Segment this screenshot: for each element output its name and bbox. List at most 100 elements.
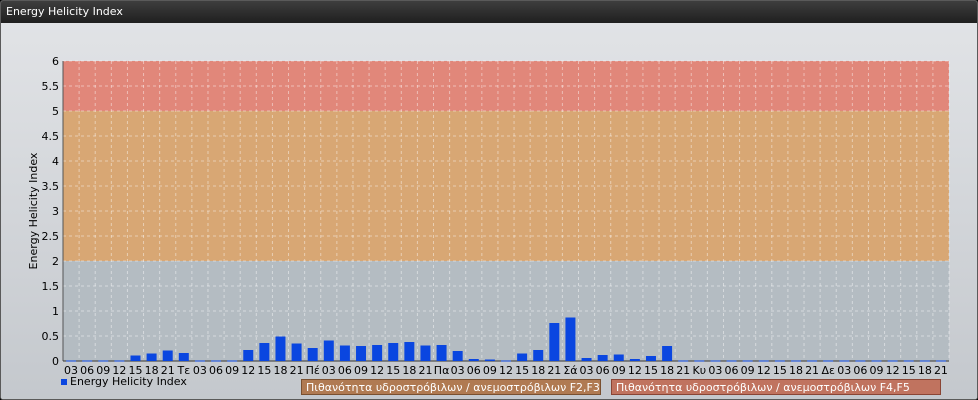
bar [356,346,367,361]
y-tick-label: 2.5 [42,230,60,243]
bar [452,351,463,361]
x-tick-label: 18 [789,364,803,377]
x-tick-label: 12 [628,364,642,377]
legend-series-label: Energy Helicity Index [70,375,187,388]
x-tick-label: 18 [531,364,545,377]
y-tick-label: 0.5 [42,330,60,343]
chart-panel: 0 0.5 1 1.5 2 2.5 3 3.5 4 4.5 5 5.5 6 Energy Helicity… [1,23,977,399]
y-tick-label: 3.5 [42,180,60,193]
bar [484,359,495,361]
bar [645,356,656,361]
bar [162,350,173,361]
x-tick-label: 09 [483,364,497,377]
x-tick-label: 15 [773,364,787,377]
bar [678,360,689,362]
x-tick-label: 12 [370,364,384,377]
y-tick-label: 6 [52,55,59,68]
bar [517,353,528,361]
bar [823,360,834,362]
bar [613,354,624,361]
x-tick-label: 15 [257,364,271,377]
bar [758,360,769,362]
x-tick-label: 03 [322,364,336,377]
y-tick-label: 4 [52,155,59,168]
x-tick-label: Κυ [693,364,707,377]
x-tick-label: 09 [741,364,755,377]
x-tick-label: Πα [434,364,450,377]
bar [903,360,914,362]
bar [388,343,399,361]
x-tick-label: 06 [467,364,481,377]
bar [871,360,882,362]
x-tick-label: 06 [338,364,352,377]
bar [919,360,930,362]
x-tick-label: 15 [386,364,400,377]
bar [790,360,801,362]
legend-series-item[interactable]: Energy Helicity Index [61,375,187,389]
x-tick-label: 18 [273,364,287,377]
x-tick-label: 06 [725,364,739,377]
bar [275,336,286,361]
y-tick-label: 1.5 [42,280,60,293]
bar [66,360,77,362]
y-tick-label: 1 [52,305,59,318]
x-tick-label: 09 [612,364,626,377]
bar [533,350,544,361]
x-tick-label: 06 [209,364,223,377]
bar [291,343,302,361]
bar [774,360,785,362]
x-tick-label: 06 [853,364,867,377]
legend-band-f2-f3[interactable]: Πιθανότητα υδροστρόβιλων / ανεμοστρόβιλω… [301,379,601,395]
y-tick-label: 5 [52,105,59,118]
y-tick-label: 3 [52,205,59,218]
x-tick-label: 18 [402,364,416,377]
x-tick-label: 12 [241,364,255,377]
bar [178,353,189,361]
legend-band-f4-f5[interactable]: Πιθανότητα υδροστρόβιλων / ανεμοστρόβιλω… [611,379,941,395]
bar [404,342,415,361]
x-tick-label: 21 [290,364,304,377]
bar [565,317,576,361]
bar [839,360,850,362]
legend-series-swatch [61,379,67,385]
window-title: Energy Helicity Index [6,5,123,18]
bar [227,360,238,362]
x-tick-label: 21 [418,364,432,377]
bar [501,360,511,362]
x-tick-label: 03 [451,364,465,377]
chart-window: Energy Helicity Index 0 0.5 1 1.5 2 2.5 3 3.5 4 4… [0,0,978,400]
bar [662,346,673,361]
bar [194,360,205,362]
x-tick-label: 09 [225,364,239,377]
bar [935,360,946,362]
bar [742,360,753,362]
bar [98,360,109,362]
y-tick-label: 5.5 [42,80,60,93]
legend-band-f4-f5-label: Πιθανότητα υδροστρόβιλων / ανεμοστρόβιλω… [616,381,910,394]
bar [855,360,866,362]
bar [710,360,721,362]
bar [211,360,222,362]
x-tick-label: 15 [515,364,529,377]
x-tick-label: 15 [902,364,916,377]
x-tick-label: 06 [596,364,610,377]
x-tick-label: 21 [676,364,690,377]
bar [130,355,141,361]
x-tick-label: 21 [805,364,819,377]
y-tick-label: 4.5 [42,130,60,143]
x-tick-label: 18 [918,364,932,377]
bar [323,340,334,361]
bar [436,345,447,361]
x-tick-label: 12 [757,364,771,377]
x-tick-label: 03 [193,364,207,377]
bar [82,360,93,362]
bar [114,360,125,362]
bar [307,348,318,361]
legend-band-f2-f3-label: Πιθανότητα υδροστρόβιλων / ανεμοστρόβιλω… [306,381,600,394]
bar [726,360,737,362]
bar [887,360,898,362]
x-tick-label: Σά [563,364,577,377]
x-tick-label: 21 [934,364,948,377]
bar [339,345,350,361]
bar [549,323,560,361]
